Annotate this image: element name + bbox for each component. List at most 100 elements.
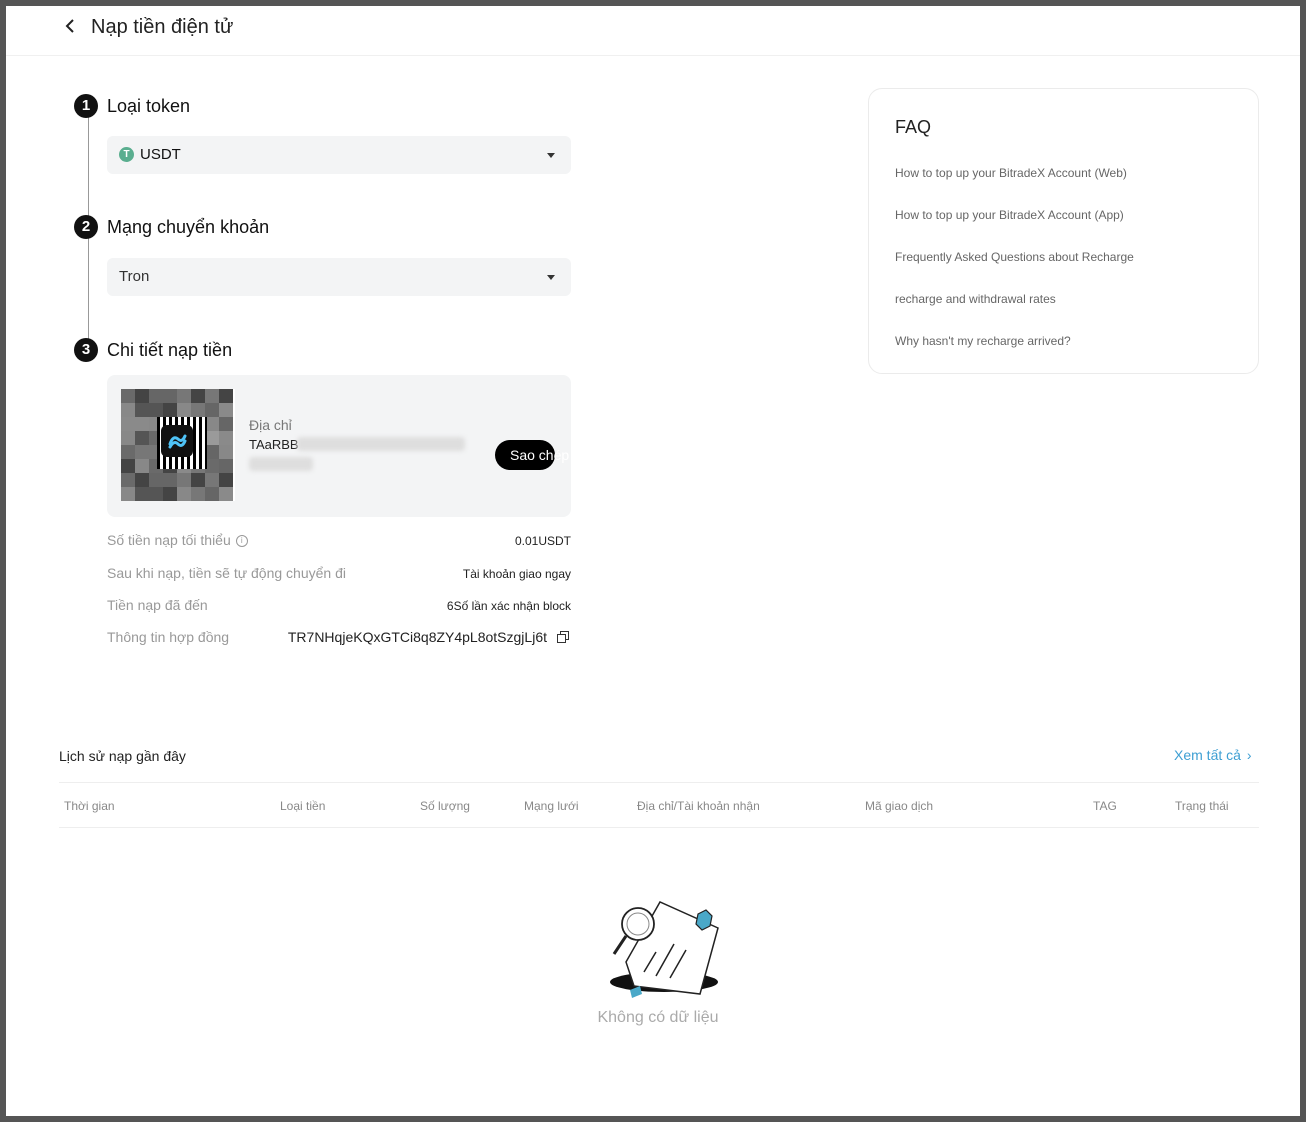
step-2-number: 2 bbox=[74, 215, 98, 239]
minimum-deposit-label: Số tiền nạp tối thiểu i bbox=[107, 532, 248, 548]
copy-address-button[interactable]: Sao chép bbox=[495, 440, 569, 470]
deposit-qr-code bbox=[121, 389, 235, 501]
usdt-token-icon: T bbox=[119, 147, 134, 162]
qr-pixel bbox=[135, 487, 149, 501]
qr-pixel bbox=[205, 417, 219, 431]
qr-pixel bbox=[135, 389, 149, 403]
empty-state-text: Không có dữ liệu bbox=[597, 1009, 719, 1026]
token-select[interactable]: T USDT bbox=[107, 136, 571, 174]
page: Nạp tiền điện tử 1 Loại token T USDT 2 M… bbox=[6, 6, 1300, 1116]
qr-pixel bbox=[205, 459, 219, 473]
contract-address: TR7NHqjeKQxGTCi8q8ZY4pL8otSzgjLj6t bbox=[287, 629, 547, 645]
faq-link[interactable]: Frequently Asked Questions about Recharg… bbox=[895, 250, 1134, 264]
chevron-down-icon bbox=[547, 275, 555, 280]
address-redaction bbox=[249, 457, 313, 471]
qr-pixel bbox=[205, 473, 219, 487]
column-header-tag: TAG bbox=[1093, 799, 1117, 813]
faq-title: FAQ bbox=[895, 117, 932, 137]
view-all-link[interactable]: Xem tất cả › bbox=[1174, 747, 1252, 763]
deposit-address[interactable]: TAaRBB bbox=[249, 437, 299, 452]
brand-logo-icon bbox=[161, 425, 193, 457]
token-select-value: USDT bbox=[140, 146, 181, 163]
history-table-header: Thời gian Loại tiền Số lượng Mạng lưới Đ… bbox=[59, 782, 1259, 828]
info-row-minimum: Số tiền nạp tối thiểu i 0.01USDT bbox=[107, 532, 571, 552]
qr-pixel bbox=[205, 487, 219, 501]
column-header-currency: Loại tiền bbox=[280, 799, 326, 813]
qr-pixel bbox=[135, 473, 149, 487]
qr-pixel bbox=[177, 389, 191, 403]
copy-icon[interactable] bbox=[557, 631, 569, 643]
qr-pixel bbox=[121, 459, 135, 473]
column-header-status: Trạng thái bbox=[1175, 799, 1229, 813]
step-1-title: Loại token bbox=[107, 96, 191, 116]
qr-pixel bbox=[205, 431, 219, 445]
column-header-address: Địa chỉ/Tài khoản nhận bbox=[637, 799, 760, 813]
empty-state-illustration bbox=[610, 901, 719, 998]
qr-pixel bbox=[219, 417, 233, 431]
info-row-arrival: Tiền nạp đã đến 6Số lần xác nhận block bbox=[107, 597, 571, 617]
step-1-number: 1 bbox=[74, 94, 98, 118]
qr-pixel bbox=[121, 417, 135, 431]
qr-pixel bbox=[149, 487, 163, 501]
qr-pixel bbox=[205, 403, 219, 417]
info-icon[interactable]: i bbox=[235, 535, 248, 548]
arrival-value: 6Số lần xác nhận block bbox=[446, 599, 571, 613]
deposit-address-text: TAaRBB bbox=[249, 437, 299, 452]
chevron-down-icon bbox=[547, 153, 555, 158]
qr-pixel bbox=[121, 473, 135, 487]
step-3-title: Chi tiết nạp tiền bbox=[107, 340, 233, 360]
qr-pixel bbox=[149, 473, 163, 487]
faq-link[interactable]: How to top up your BitradeX Account (Web… bbox=[895, 166, 1127, 180]
arrival-label: Tiền nạp đã đến bbox=[107, 597, 208, 613]
qr-pixel bbox=[219, 459, 233, 473]
qr-pixel bbox=[135, 403, 149, 417]
qr-pixel bbox=[205, 445, 219, 459]
minimum-deposit-label-text: Số tiền nạp tối thiểu bbox=[107, 532, 231, 548]
faq-link[interactable]: recharge and withdrawal rates bbox=[895, 292, 1056, 306]
qr-pixel bbox=[121, 445, 135, 459]
qr-pixel bbox=[219, 431, 233, 445]
qr-pixel bbox=[163, 487, 177, 501]
qr-pixel bbox=[219, 403, 233, 417]
qr-pixel bbox=[219, 389, 233, 403]
qr-pixel bbox=[219, 487, 233, 501]
step-3-number: 3 bbox=[74, 338, 98, 362]
qr-pixel bbox=[135, 459, 149, 473]
qr-pixel bbox=[177, 403, 191, 417]
page-title: Nạp tiền điện tử bbox=[91, 16, 234, 38]
chevron-right-icon: › bbox=[1246, 747, 1252, 763]
top-bar: Nạp tiền điện tử bbox=[6, 6, 1300, 56]
auto-transfer-label: Sau khi nạp, tiền sẽ tự động chuyển đi bbox=[107, 565, 346, 581]
auto-transfer-value: Tài khoản giao ngay bbox=[462, 567, 571, 581]
network-select[interactable]: Tron bbox=[107, 258, 571, 296]
address-redaction bbox=[297, 437, 465, 451]
qr-pixel bbox=[163, 389, 177, 403]
qr-pixel bbox=[191, 487, 205, 501]
qr-pixel bbox=[149, 389, 163, 403]
qr-pixel bbox=[191, 403, 205, 417]
minimum-deposit-value: 0.01USDT bbox=[514, 534, 571, 548]
network-select-value: Tron bbox=[119, 268, 150, 285]
back-arrow-icon[interactable] bbox=[62, 17, 80, 35]
qr-pixel bbox=[149, 403, 163, 417]
column-header-amount: Số lượng bbox=[420, 799, 470, 813]
qr-pixel bbox=[121, 487, 135, 501]
qr-pixel bbox=[135, 431, 149, 445]
qr-pixel bbox=[219, 473, 233, 487]
view-all-label: Xem tất cả bbox=[1174, 747, 1241, 763]
deposit-address-card: Địa chỉ TAaRBB Sao chép bbox=[107, 375, 571, 517]
qr-pixel bbox=[177, 473, 191, 487]
qr-pixel bbox=[177, 487, 191, 501]
qr-pixel bbox=[219, 445, 233, 459]
column-header-time: Thời gian bbox=[64, 799, 115, 813]
qr-pixel bbox=[191, 473, 205, 487]
qr-pixel bbox=[121, 431, 135, 445]
contract-label: Thông tin hợp đồng bbox=[107, 629, 230, 645]
qr-pixel bbox=[163, 403, 177, 417]
faq-link[interactable]: How to top up your BitradeX Account (App… bbox=[895, 208, 1124, 222]
faq-link[interactable]: Why hasn't my recharge arrived? bbox=[895, 334, 1071, 348]
qr-pixel bbox=[121, 403, 135, 417]
qr-pixel bbox=[163, 473, 177, 487]
qr-pixel bbox=[205, 389, 219, 403]
step-2-title: Mạng chuyển khoản bbox=[107, 217, 270, 237]
